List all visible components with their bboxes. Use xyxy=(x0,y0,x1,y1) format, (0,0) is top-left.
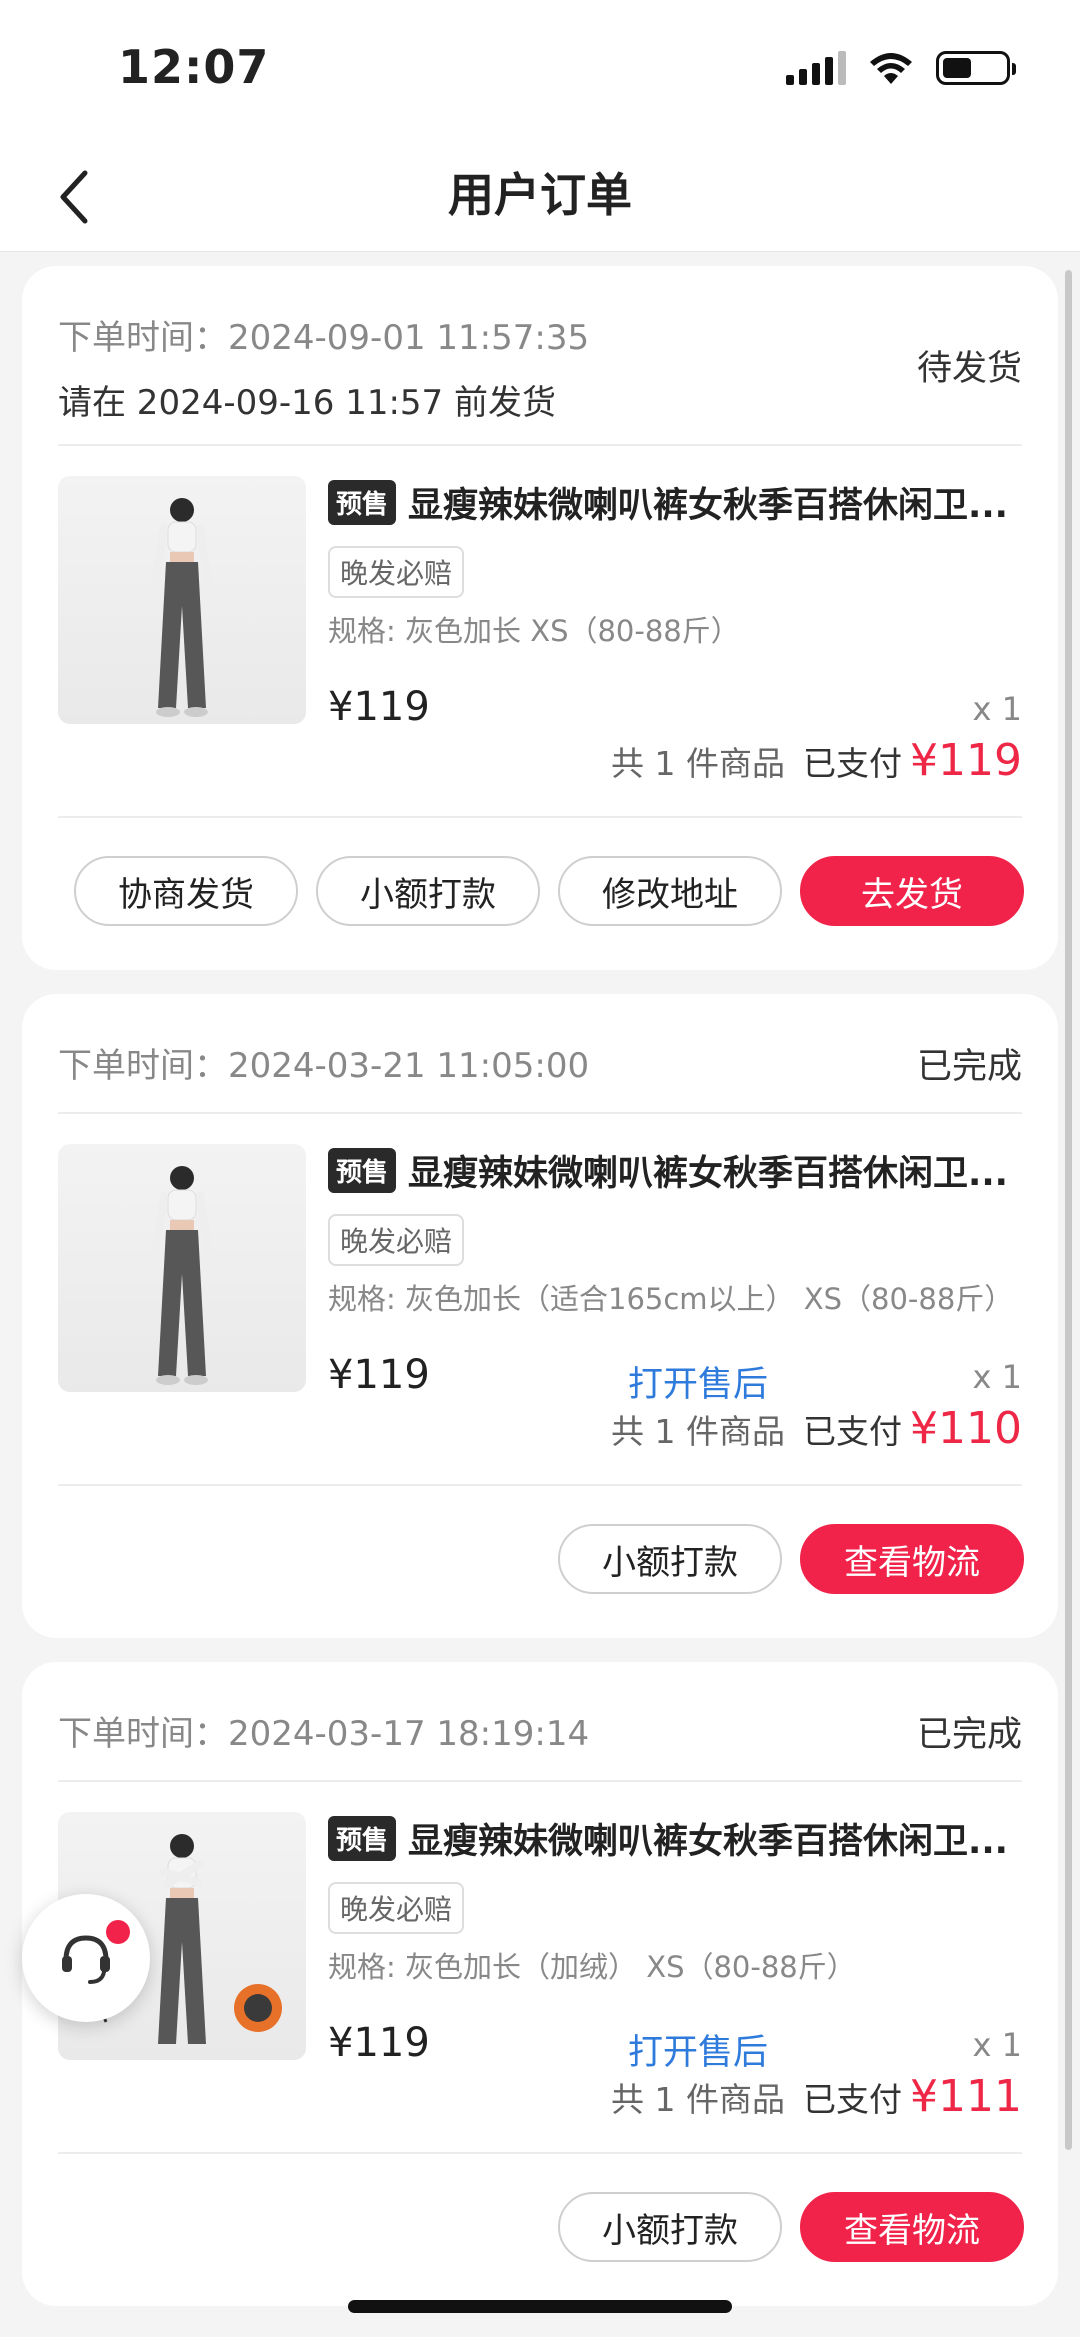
paid-label: 已支付 xyxy=(803,2080,903,2119)
order-card: 下单时间：2024-03-17 18:19:14 已完成 预售 显瘦辣妹微喇叭裤… xyxy=(22,1662,1058,2306)
order-product[interactable]: 预售 显瘦辣妹微喇叭裤女秋季百搭休闲卫... 晚发必赔 规格: 灰色加长（加绒）… xyxy=(58,1782,1022,2154)
guarantee-tag: 晚发必赔 xyxy=(328,1882,465,1934)
quantity: x 1 xyxy=(972,2026,1022,2064)
unit-price: ¥119 xyxy=(328,684,430,730)
product-image[interactable] xyxy=(58,1144,306,1392)
presale-badge: 预售 xyxy=(328,1147,397,1193)
negotiate-shipping-button[interactable]: 协商发货 xyxy=(74,856,298,926)
paid-amount: ¥110 xyxy=(910,1403,1022,1454)
price-row: ¥119 打开售后 x 1 xyxy=(328,2020,1022,2073)
order-status: 待发货 xyxy=(916,349,1022,389)
product-spec: 规格: 灰色加长（加绒） XS（80-88斤） xyxy=(328,1950,856,1984)
order-status: 已完成 xyxy=(916,1715,1022,1755)
order-summary: 共 1 件商品 已支付 ¥119 xyxy=(611,735,1022,786)
small-payment-button[interactable]: 小额打款 xyxy=(316,856,540,926)
battery-icon xyxy=(936,51,1016,85)
modify-address-button[interactable]: 修改地址 xyxy=(558,856,782,926)
small-payment-button[interactable]: 小额打款 xyxy=(558,1524,782,1594)
product-title-row: 预售 显瘦辣妹微喇叭裤女秋季百搭休闲卫... xyxy=(328,476,1022,528)
order-summary: 共 1 件商品 已支付 ¥111 xyxy=(611,2071,1022,2122)
order-card: 下单时间：2024-03-21 11:05:00 已完成 预售 显瘦辣妹微喇叭裤… xyxy=(22,994,1058,1638)
guarantee-tag: 晚发必赔 xyxy=(328,546,465,598)
view-logistics-button[interactable]: 查看物流 xyxy=(800,2192,1024,2262)
product-image[interactable] xyxy=(58,476,306,724)
order-product[interactable]: 预售 显瘦辣妹微喇叭裤女秋季百搭休闲卫... 晚发必赔 规格: 灰色加长 XS（… xyxy=(58,446,1022,818)
notification-dot xyxy=(106,1920,130,1944)
ship-deadline: 请在 2024-09-16 11:57 前发货 xyxy=(58,383,556,423)
open-aftersale-link[interactable]: 打开售后 xyxy=(628,1356,768,1407)
guarantee-tag: 晚发必赔 xyxy=(328,1214,465,1266)
product-title[interactable]: 显瘦辣妹微喇叭裤女秋季百搭休闲卫... xyxy=(408,477,1008,528)
status-icons xyxy=(786,50,1016,86)
ship-button[interactable]: 去发货 xyxy=(800,856,1024,926)
page-title: 用户订单 xyxy=(448,168,632,222)
product-info: 预售 显瘦辣妹微喇叭裤女秋季百搭休闲卫... 晚发必赔 规格: 灰色加长（加绒）… xyxy=(328,1812,1022,2073)
wifi-icon xyxy=(870,53,912,84)
product-spec: 规格: 灰色加长（适合165cm以上） XS（80-88斤） xyxy=(328,1282,1014,1316)
order-actions: 小额打款 查看物流 xyxy=(558,2192,1024,2262)
paid-amount: ¥111 xyxy=(910,2071,1022,2122)
product-title[interactable]: 显瘦辣妹微喇叭裤女秋季百搭休闲卫... xyxy=(408,1145,1008,1196)
order-time-label: 下单时间： xyxy=(58,318,228,358)
quantity: x 1 xyxy=(972,1358,1022,1396)
status-time: 12:07 xyxy=(118,40,270,94)
item-count: 共 1 件商品 xyxy=(611,2080,786,2119)
open-aftersale-link[interactable]: 打开售后 xyxy=(628,2024,768,2075)
paid-label: 已支付 xyxy=(803,1412,903,1451)
item-count: 共 1 件商品 xyxy=(611,1412,786,1451)
order-time-value: 2024-03-21 11:05:00 xyxy=(228,1046,590,1086)
order-actions: 协商发货 小额打款 修改地址 去发货 xyxy=(74,856,1024,926)
order-time: 下单时间：2024-03-21 11:05:00 xyxy=(58,1038,1022,1087)
home-indicator[interactable] xyxy=(348,2300,732,2313)
order-time: 下单时间：2024-09-01 11:57:35 xyxy=(58,310,1022,359)
customer-service-button[interactable] xyxy=(22,1894,150,2022)
order-time-value: 2024-03-17 18:19:14 xyxy=(228,1714,590,1754)
product-info: 预售 显瘦辣妹微喇叭裤女秋季百搭休闲卫... 晚发必赔 规格: 灰色加长（适合1… xyxy=(328,1144,1022,1405)
nav-bar: 用户订单 xyxy=(0,140,1080,252)
order-card: 下单时间：2024-09-01 11:57:35 请在 2024-09-16 1… xyxy=(22,266,1058,970)
quantity: x 1 xyxy=(972,690,1022,728)
product-title[interactable]: 显瘦辣妹微喇叭裤女秋季百搭休闲卫... xyxy=(408,1813,1008,1864)
status-bar: 12:07 xyxy=(0,0,1080,140)
small-payment-button[interactable]: 小额打款 xyxy=(558,2192,782,2262)
price-row: ¥119 x 1 xyxy=(328,684,1022,734)
order-time: 下单时间：2024-03-17 18:19:14 xyxy=(58,1706,1022,1755)
view-logistics-button[interactable]: 查看物流 xyxy=(800,1524,1024,1594)
product-photo-figure xyxy=(150,1166,214,1385)
order-header: 下单时间：2024-09-01 11:57:35 请在 2024-09-16 1… xyxy=(58,266,1022,446)
unit-price: ¥119 xyxy=(328,1352,430,1398)
paid-label: 已支付 xyxy=(803,744,903,783)
order-header: 下单时间：2024-03-17 18:19:14 已完成 xyxy=(58,1662,1022,1782)
presale-badge: 预售 xyxy=(328,479,397,525)
scrollbar[interactable] xyxy=(1065,270,1072,2150)
paid-amount: ¥119 xyxy=(910,735,1022,786)
presale-badge: 预售 xyxy=(328,1815,397,1861)
order-status: 已完成 xyxy=(916,1047,1022,1087)
order-summary: 共 1 件商品 已支付 ¥110 xyxy=(611,1403,1022,1454)
product-title-row: 预售 显瘦辣妹微喇叭裤女秋季百搭休闲卫... xyxy=(328,1144,1022,1196)
order-time-label: 下单时间： xyxy=(58,1714,228,1754)
price-row: ¥119 打开售后 x 1 xyxy=(328,1352,1022,1405)
order-product[interactable]: 预售 显瘦辣妹微喇叭裤女秋季百搭休闲卫... 晚发必赔 规格: 灰色加长（适合1… xyxy=(58,1114,1022,1486)
order-actions: 小额打款 查看物流 xyxy=(558,1524,1024,1594)
product-title-row: 预售 显瘦辣妹微喇叭裤女秋季百搭休闲卫... xyxy=(328,1812,1022,1864)
order-time-value: 2024-09-01 11:57:35 xyxy=(228,318,590,358)
product-spec: 规格: 灰色加长 XS（80-88斤） xyxy=(328,614,740,648)
order-time-label: 下单时间： xyxy=(58,1046,228,1086)
product-info: 预售 显瘦辣妹微喇叭裤女秋季百搭休闲卫... 晚发必赔 规格: 灰色加长 XS（… xyxy=(328,476,1022,734)
cellular-signal-icon xyxy=(786,51,846,85)
product-photo-figure xyxy=(150,498,214,717)
item-count: 共 1 件商品 xyxy=(611,744,786,783)
order-header: 下单时间：2024-03-21 11:05:00 已完成 xyxy=(58,994,1022,1114)
unit-price: ¥119 xyxy=(328,2020,430,2066)
